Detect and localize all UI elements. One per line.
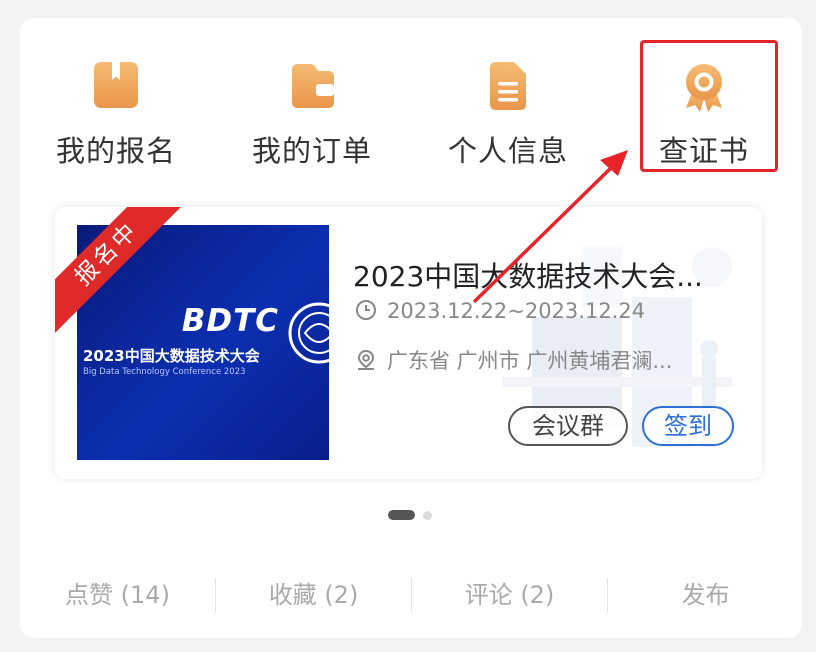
annotation-arrow	[472, 150, 628, 304]
carousel-dot-active[interactable]	[388, 510, 415, 520]
carousel-dot[interactable]	[423, 511, 432, 520]
publish-stat[interactable]: 发布	[608, 570, 803, 620]
favorites-stat[interactable]: 收藏 (2)	[216, 570, 411, 620]
stats-bar: 点赞 (14) 收藏 (2) 评论 (2) 发布	[20, 570, 802, 620]
comments-stat[interactable]: 评论 (2)	[412, 570, 607, 620]
likes-stat[interactable]: 点赞 (14)	[20, 570, 215, 620]
